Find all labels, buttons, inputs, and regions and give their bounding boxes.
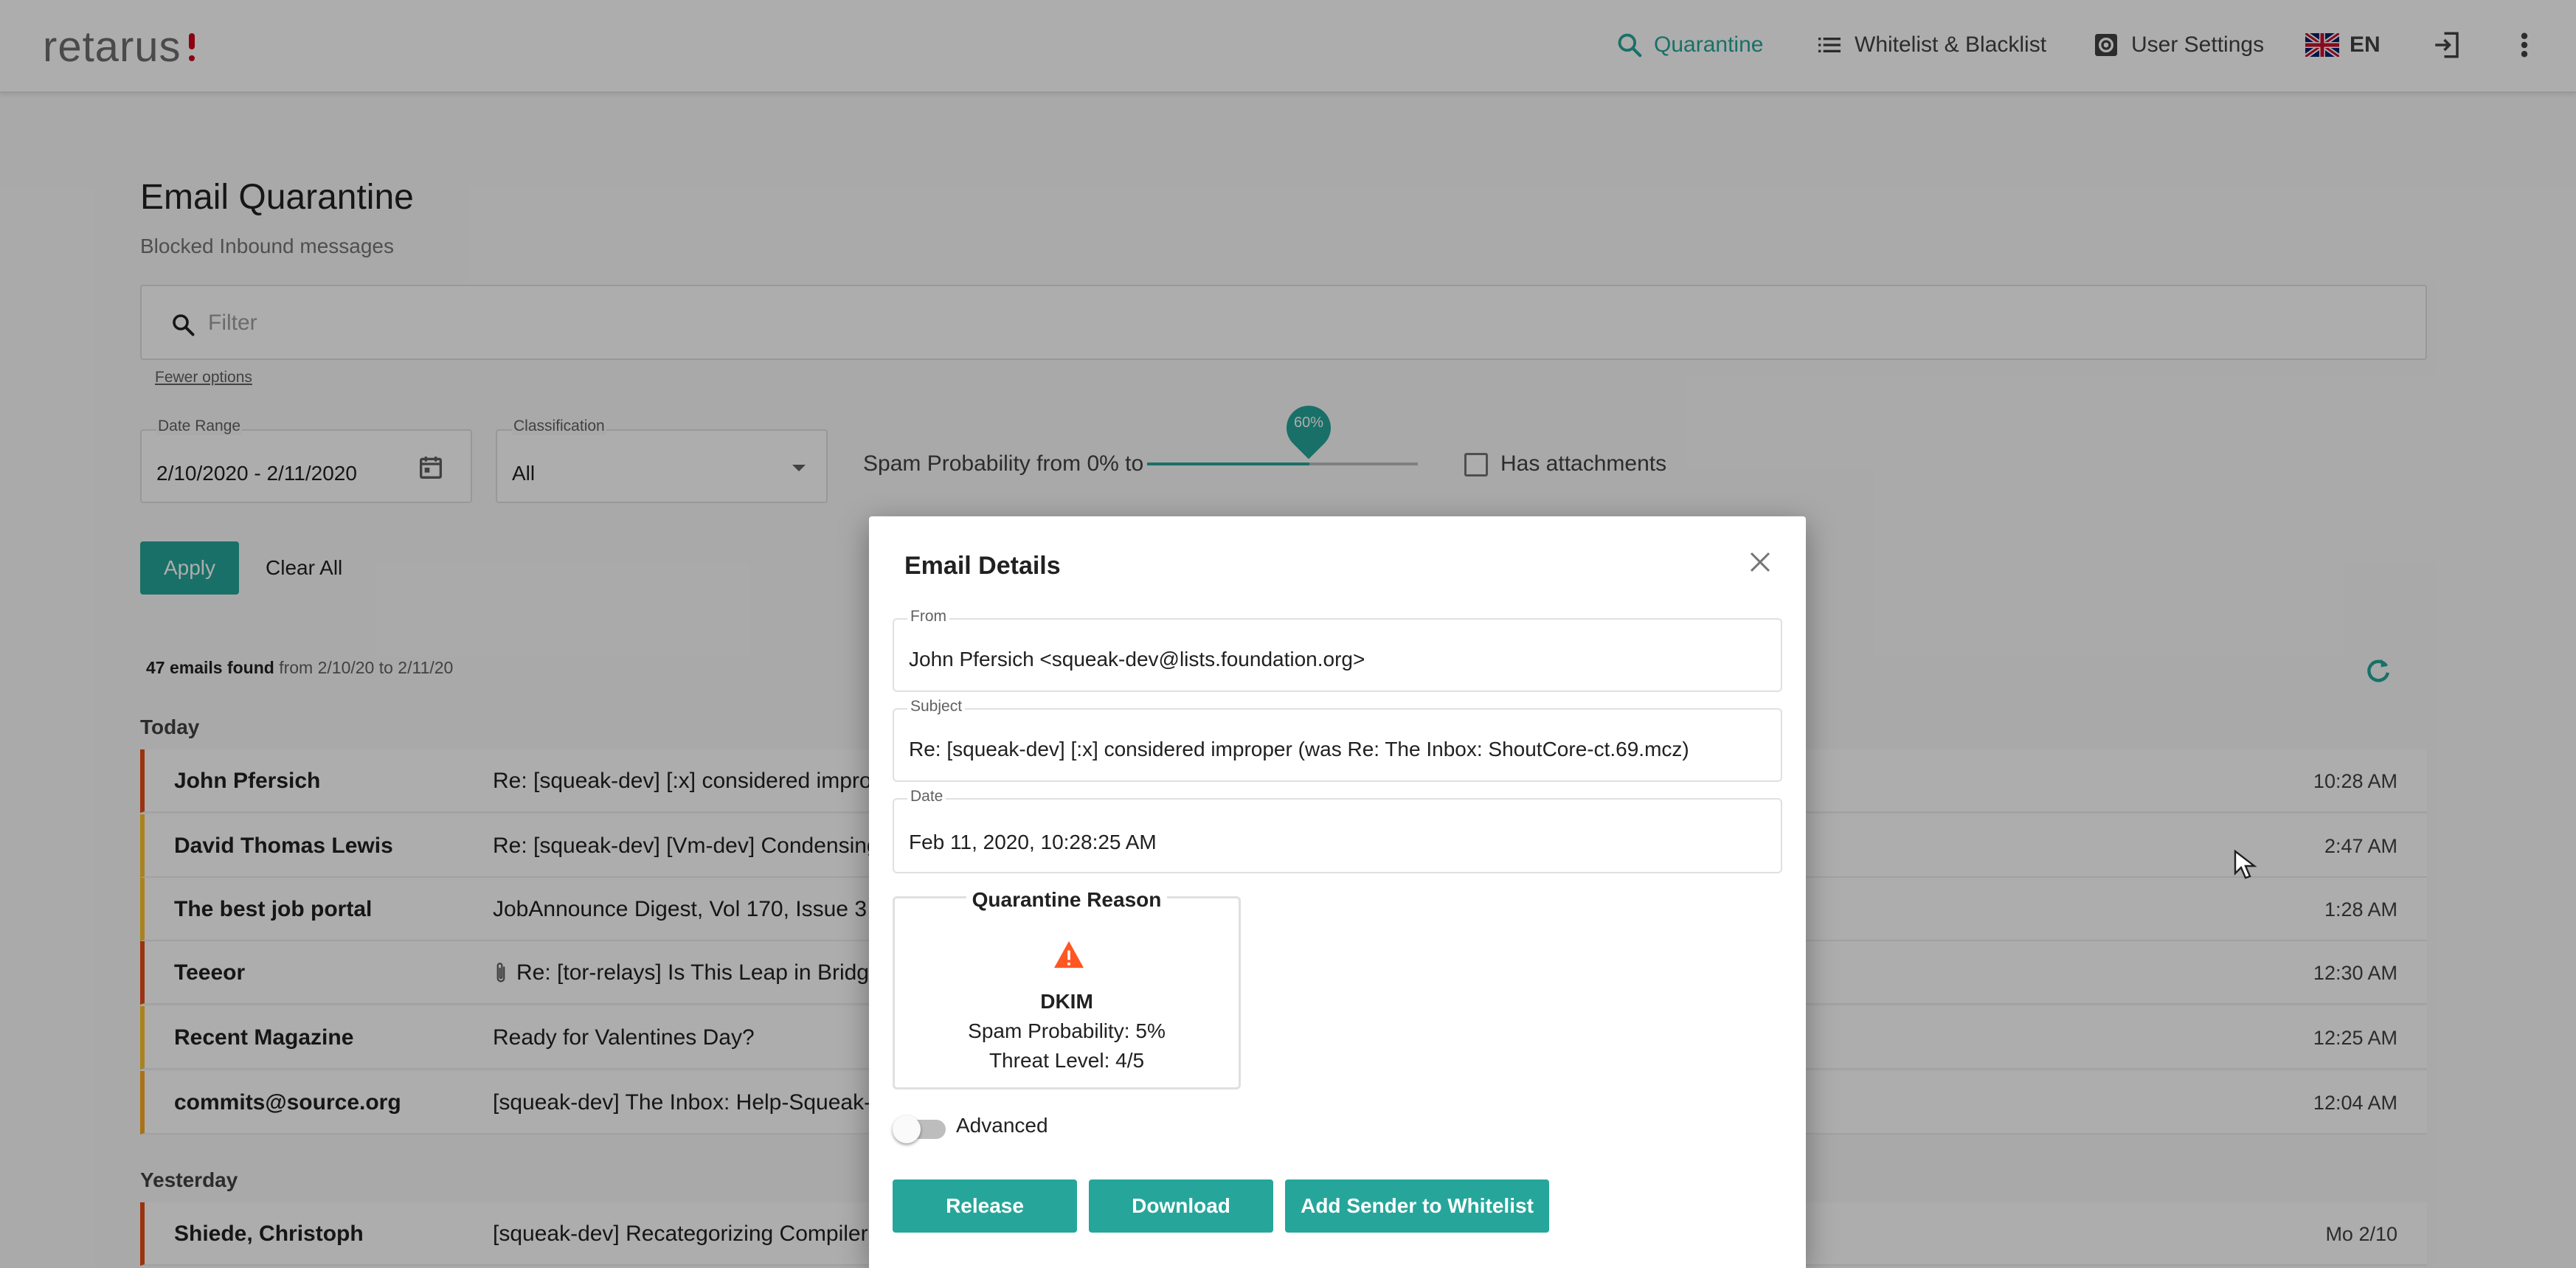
advanced-toggle[interactable] [893, 1115, 946, 1143]
page: retarus Quarantine Whitelist & Blacklist… [0, 0, 2576, 1268]
close-icon[interactable] [1747, 549, 1773, 575]
quarantine-reason-box: Quarantine Reason DKIM Spam Probability:… [893, 888, 1241, 1089]
subject-value: Re: [squeak-dev] [:x] considered imprope… [909, 738, 1689, 761]
from-label: From [907, 608, 949, 626]
dialog-title: Email Details [904, 552, 1061, 580]
from-value: John Pfersich <squeak-dev@lists.foundati… [909, 648, 1365, 671]
toggle-knob [893, 1115, 921, 1143]
quarantine-reason-title-text: Quarantine Reason [966, 888, 1168, 911]
date-field: Date Feb 11, 2020, 10:28:25 AM [893, 788, 1782, 873]
subject-label: Subject [907, 698, 966, 716]
quarantine-reason-type: DKIM [1040, 990, 1093, 1013]
quarantine-reason-title: Quarantine Reason [895, 888, 1239, 912]
from-field: From John Pfersich <squeak-dev@lists.fou… [893, 608, 1782, 692]
threat-level-text: Threat Level: 4/5 [988, 1049, 1145, 1072]
release-button[interactable]: Release [893, 1179, 1077, 1233]
download-button[interactable]: Download [1089, 1179, 1273, 1233]
subject-field: Subject Re: [squeak-dev] [:x] considered… [893, 698, 1782, 782]
advanced-label: Advanced [956, 1114, 1048, 1137]
mouse-cursor-icon [2234, 850, 2257, 879]
spam-probability-text: Spam Probability: 5% [968, 1019, 1166, 1042]
warning-icon [1054, 940, 1084, 969]
add-sender-to-whitelist-button[interactable]: Add Sender to Whitelist [1285, 1179, 1549, 1233]
date-label: Date [907, 788, 946, 806]
date-value: Feb 11, 2020, 10:28:25 AM [909, 831, 1157, 853]
email-details-dialog: Email Details From John Pfersich <squeak… [869, 516, 1806, 1268]
